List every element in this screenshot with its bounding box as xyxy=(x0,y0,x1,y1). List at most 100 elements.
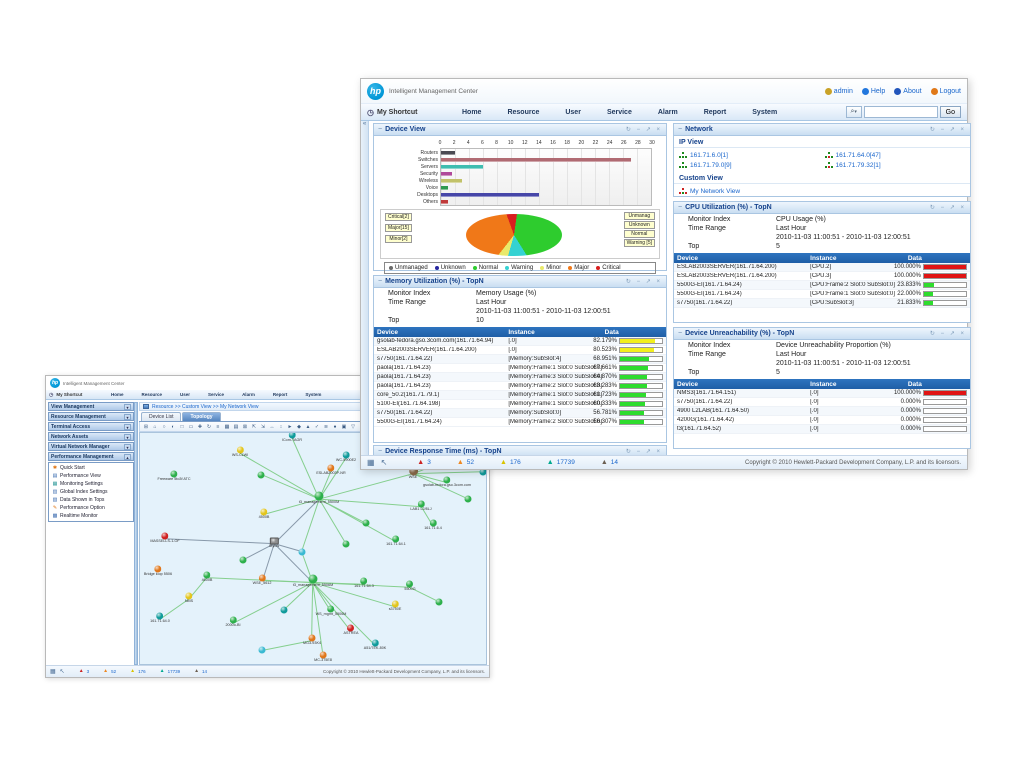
grid-icon[interactable]: ▦ xyxy=(50,668,56,675)
topology-node[interactable]: 161.71.6.4 xyxy=(419,520,447,533)
toolbar-icon[interactable]: ◐ xyxy=(169,423,177,431)
grid-icon[interactable]: ▦ xyxy=(367,458,375,467)
toolbar-icon[interactable]: ◆ xyxy=(295,423,303,431)
toolbar-icon[interactable]: ✚ xyxy=(196,423,204,431)
topology-node[interactable]: 161.71.64.0 xyxy=(144,613,176,626)
menu-item[interactable]: System xyxy=(739,106,790,119)
sidebar-group[interactable]: Performance Management▴ xyxy=(48,452,134,461)
sidebar-group[interactable]: Terminal Access▾ xyxy=(48,422,134,431)
toolbar-icon[interactable]: ↻ xyxy=(205,423,213,431)
table-row[interactable]: 5500G-EI(161.71.64.24) [Memory:Frame:2 S… xyxy=(374,418,666,427)
chevron-down-icon[interactable]: ▾ xyxy=(124,404,131,410)
tab-device-list[interactable]: Device List xyxy=(141,412,181,421)
menu-item[interactable]: Service xyxy=(199,390,233,399)
table-row[interactable]: ESLAB2003SERVER(161.71.64.200) [CPU.2] 1… xyxy=(674,263,970,272)
topology-node[interactable] xyxy=(258,471,265,478)
topology-node[interactable] xyxy=(259,647,266,654)
topology-node[interactable]: t3_management_5500M xyxy=(287,492,352,507)
sidebar-group[interactable]: Network Assets▾ xyxy=(48,432,134,441)
topology-node[interactable] xyxy=(362,520,369,527)
sidebar-splitter[interactable] xyxy=(134,402,138,665)
sidebar-item[interactable]: ▩Realtime Monitor xyxy=(49,512,133,520)
tab-topology[interactable]: Topology xyxy=(182,412,220,421)
table-row[interactable]: paola(161.71.64.23) [Memory:Frame:2 Slot… xyxy=(374,382,666,391)
user-link[interactable]: admin xyxy=(825,88,853,95)
topology-node[interactable]: ESLAB2003P-NR xyxy=(307,465,354,478)
toolbar-icon[interactable]: ↔ xyxy=(268,423,276,431)
topology-node[interactable]: A51/7EK-80K xyxy=(357,639,393,652)
sidebar-item[interactable]: ▦Monitoring Settings xyxy=(49,480,133,488)
menu-item[interactable]: User xyxy=(171,390,199,399)
panel-control-icons[interactable]: ↻ − ↗ × xyxy=(626,448,662,455)
sidebar-item[interactable]: ✎Performance Option xyxy=(49,504,133,512)
menu-item[interactable]: Report xyxy=(691,106,740,119)
toolbar-icon[interactable]: ⊠ xyxy=(241,423,249,431)
alarm-count[interactable]: ▲3 xyxy=(417,459,431,466)
topology-node[interactable]: ICom-TAGR xyxy=(276,432,309,444)
topology-node[interactable]: Bridge loop 5506 xyxy=(139,565,180,578)
my-shortcut[interactable]: ◷My Shortcut xyxy=(46,392,102,398)
topology-node[interactable]: Stylus xyxy=(266,537,282,550)
table-row[interactable]: 5500G-EI(161.71.64.24) [CPU:Frame:2 Slot… xyxy=(674,281,970,290)
go-button[interactable]: Go xyxy=(940,106,961,118)
topology-node[interactable]: ASTREA xyxy=(339,624,363,637)
table-row[interactable]: gsolab-fedora.gso.3com.com(161.71.64.94)… xyxy=(374,337,666,346)
cursor-icon[interactable]: ↖ xyxy=(381,458,388,467)
sidebar-group[interactable]: Virtual Network Manager▾ xyxy=(48,442,134,451)
topology-node[interactable]: WS_mgmt_5506M xyxy=(306,605,356,618)
toolbar-icon[interactable]: ⇱ xyxy=(250,423,258,431)
alarm-count[interactable]: ▲3 xyxy=(79,669,89,674)
user-link[interactable]: About xyxy=(894,88,921,95)
panel-control-icons[interactable]: ↻ − ↗ × xyxy=(930,126,966,133)
menu-item[interactable]: Alarm xyxy=(645,106,691,119)
sidebar-group[interactable]: View Management▾ xyxy=(48,402,134,411)
alarm-count[interactable]: ▲52 xyxy=(103,669,116,674)
topology-node[interactable]: t3_management_5506M xyxy=(280,575,345,590)
collapse-panel-icon[interactable]: − xyxy=(678,204,682,211)
my-shortcut[interactable]: ◷My Shortcut xyxy=(361,108,449,117)
table-row[interactable]: paola(161.71.64.23) [Memory:Frame:3 Slot… xyxy=(374,373,666,382)
table-row[interactable]: 5500G-EI(161.71.64.24) [CPU:Frame:1 Slot… xyxy=(674,290,970,299)
panel-control-icons[interactable]: ↻ − ↗ × xyxy=(626,126,662,133)
collapse-panel-icon[interactable]: − xyxy=(378,448,382,455)
alarm-count[interactable]: ▲17739 xyxy=(547,459,575,466)
topology-node[interactable]: WS-CLWI xyxy=(227,447,253,460)
toolbar-icon[interactable]: ↕ xyxy=(277,423,285,431)
chevron-down-icon[interactable]: ▾ xyxy=(124,414,131,420)
custom-view-link[interactable]: My Network View xyxy=(679,186,825,196)
toolbar-icon[interactable]: ▭ xyxy=(187,423,195,431)
topology-node[interactable]: gsolab-fedora.gso.3com.com xyxy=(408,476,485,489)
menu-item[interactable]: Resource xyxy=(494,106,552,119)
toolbar-icon[interactable]: ▲ xyxy=(304,423,312,431)
menu-item[interactable]: Service xyxy=(594,106,645,119)
table-row[interactable]: s7750(161.71.64.22) [Memory:SubSlot:4] 6… xyxy=(374,355,666,364)
collapse-rail[interactable]: « xyxy=(361,121,369,455)
alarm-count[interactable]: ▲52 xyxy=(457,459,474,466)
topology-node[interactable]: 2000o-BI xyxy=(221,617,245,630)
table-row[interactable]: s7750(161.71.64.22) [CPU:SubSlot:3] 21.8… xyxy=(674,299,970,308)
menu-item[interactable]: Home xyxy=(449,106,494,119)
table-row[interactable]: ESLAB2003SERVER(161.71.64.200) [CPU.3] 1… xyxy=(674,272,970,281)
toolbar-icon[interactable]: □ xyxy=(178,423,186,431)
topology-node[interactable] xyxy=(465,496,472,503)
table-row[interactable]: 4900 L2LAB(161.71.64.50) [.0] 0.000% xyxy=(674,407,970,416)
topology-node[interactable]: 161.71.64.1 xyxy=(380,535,412,548)
ip-view-link[interactable]: 161.71.79.0[9] xyxy=(679,160,825,170)
user-link[interactable]: Logout xyxy=(931,88,961,95)
toolbar-icon[interactable]: ✓ xyxy=(313,423,321,431)
alarm-count[interactable]: ▲176 xyxy=(130,669,145,674)
chevron-down-icon[interactable]: ▾ xyxy=(124,424,131,430)
collapse-panel-icon[interactable]: − xyxy=(378,278,382,285)
topology-node[interactable] xyxy=(342,540,349,547)
collapse-panel-icon[interactable]: − xyxy=(378,126,382,133)
sidebar-item[interactable]: ▤Performance View xyxy=(49,472,133,480)
toolbar-icon[interactable]: ≡ xyxy=(214,423,222,431)
table-row[interactable]: t3(161.71.64.52) [.0] 0.000% xyxy=(674,425,970,434)
menu-item[interactable]: Report xyxy=(264,390,297,399)
cursor-icon[interactable]: ↖ xyxy=(60,668,65,675)
table-row[interactable]: paola(161.71.64.23) [Memory:Frame:1 Slot… xyxy=(374,364,666,373)
collapse-panel-icon[interactable]: − xyxy=(678,330,682,337)
table-row[interactable]: ESLAB2003SERVER(161.71.64.200) [.0] 80.5… xyxy=(374,346,666,355)
menu-item[interactable]: Resource xyxy=(133,390,172,399)
toolbar-icon[interactable]: ▽ xyxy=(349,423,357,431)
